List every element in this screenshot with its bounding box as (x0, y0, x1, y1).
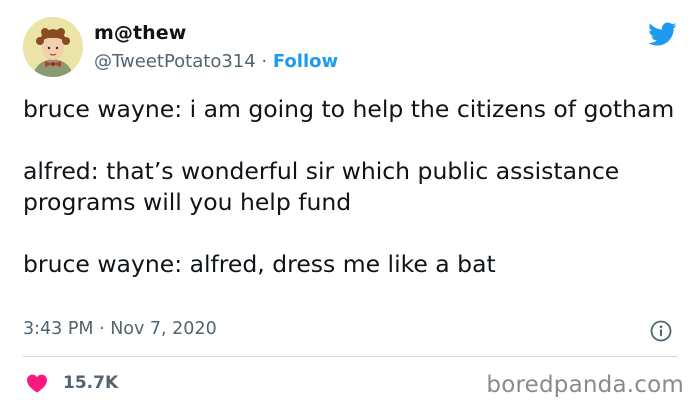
tweet-paragraph: bruce wayne: i am going to help the citi… (23, 95, 675, 123)
user-handle[interactable]: @TweetPotato314 (94, 51, 256, 72)
divider (23, 356, 677, 357)
like-count: 15.7K (63, 373, 119, 393)
avatar[interactable] (23, 17, 83, 77)
display-name[interactable]: m@thew (94, 22, 186, 44)
tweet-paragraph: bruce wayne: alfred, dress me like a bat (23, 250, 496, 278)
tweet-timestamp[interactable]: 3:43 PM · Nov 7, 2020 (23, 319, 217, 339)
handle-row: @TweetPotato314 · Follow (94, 51, 338, 72)
like-button[interactable]: 15.7K (26, 371, 118, 395)
twitter-bird-icon[interactable] (647, 21, 677, 47)
heart-icon (27, 374, 47, 393)
watermark: boredpanda.com (486, 372, 684, 398)
tweet-text: bruce wayne: i am going to help the citi… (23, 94, 683, 280)
tweet-paragraph: alfred: that’s wonderful sir which publi… (23, 157, 620, 216)
avatar-illustration (23, 17, 83, 77)
follow-link[interactable]: Follow (273, 51, 338, 72)
tweet-card: m@thew @TweetPotato314 · Follow bruce wa… (0, 0, 700, 410)
info-icon[interactable] (650, 320, 672, 342)
separator-dot: · (255, 51, 273, 72)
